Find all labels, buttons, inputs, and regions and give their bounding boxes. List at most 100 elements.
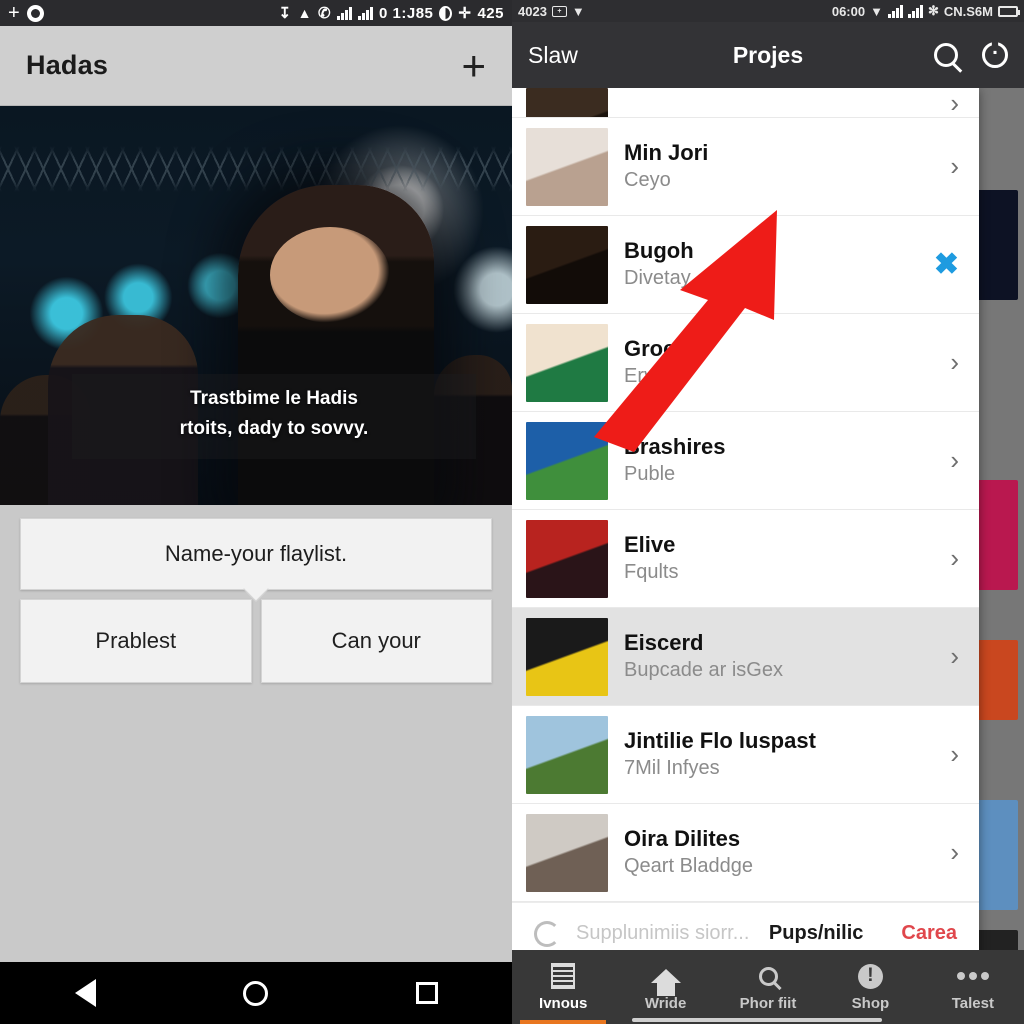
chevron-right-icon[interactable]: › [950,445,965,476]
list-item[interactable]: Brashires Puble › [512,412,979,510]
search-icon[interactable] [934,43,958,67]
list-item-subtitle: Puble [624,462,676,485]
list-item-text: Elive Fqults [624,532,934,585]
android-nav-bar [0,962,512,1024]
chevron-right-icon[interactable]: › [950,837,965,868]
sim-card-icon: + [551,5,567,17]
left-app-bar: Hadas + [0,26,512,106]
list-item[interactable]: Oira Dilites Qeart Bladdge › [512,804,979,902]
list-item-subtitle: Divetay [624,266,691,289]
carrier-label: 4023 [518,3,547,19]
list-item[interactable]: Groens Ervoso › [512,314,979,412]
footer-status-text: Supplunimiis siorr... [576,922,750,944]
chevron-right-icon[interactable]: › [950,739,965,770]
bottom-tab-bar[interactable]: Ivnous Wride Phor fiit ! Shop Talest [512,950,1024,1024]
home-icon[interactable] [239,976,273,1010]
recents-icon[interactable] [410,976,444,1010]
list-item-thumbnail [526,127,608,206]
tab-ivnous[interactable]: Ivnous [512,950,614,1024]
list-item[interactable]: › [512,88,979,118]
home-icon [650,962,681,996]
list-item-title: Jintilie Flo luspast [624,728,816,754]
list-item-subtitle: Qeart Bladdge [624,854,753,877]
list-item-text: Brashires Puble [624,434,934,487]
tab-phor-fiit[interactable]: Phor fiit [717,950,819,1024]
hero-image: Trastbime le Hadis rtoits, dady to sovvy… [0,106,512,505]
list-item-subtitle: Fqults [624,560,679,583]
close-icon[interactable]: ✖ [934,247,965,282]
bluetooth-icon: ✻ [927,3,939,18]
network-label: CN.S6M [943,3,993,19]
back-icon[interactable] [68,976,102,1010]
page-title: Hadas [26,50,109,80]
bg-tile [974,800,1018,910]
news-icon [551,962,576,990]
tab-label: Ivnous [539,995,588,1012]
bg-tile [974,190,1018,300]
list-item-title: Brashires [624,434,726,460]
chevron-right-icon[interactable]: › [950,543,965,574]
list-item-thumbnail [526,225,608,304]
chevron-right-icon[interactable]: › [950,347,965,378]
list-item-subtitle: Bupcade ar isGex [624,658,783,681]
battery-level: 425 [477,4,504,22]
hero-caption-line-2: rtoits, dady to sovvy. [179,418,369,440]
chevron-right-icon[interactable]: › [950,151,965,182]
tab-label: Shop [851,995,890,1012]
left-status-bar: + ↧ ▲ ✆ 0 1:J85 ✛ 425 [0,0,512,26]
tab-label: Phor fiit [739,995,797,1012]
chevron-right-icon[interactable]: › [950,641,965,672]
list-item[interactable]: Bugoh Divetay ✖ [512,216,979,314]
list-item-thumbnail [526,421,608,500]
status-clock: 0 1:J85 [379,4,434,22]
tab-shop[interactable]: ! Shop [819,950,921,1024]
loading-spinner-icon [534,920,560,947]
list-item[interactable]: Eiscerd Bupcade ar isGex › [512,608,979,706]
tab-wride[interactable]: Wride [614,950,716,1024]
status-clock: 06:00 [831,3,866,19]
chevron-right-icon[interactable]: › [950,88,965,117]
hero-caption: Trastbime le Hadis rtoits, dady to sovvy… [72,374,476,459]
list-item-text: Jintilie Flo luspast 7Mil Infyes [624,728,934,781]
list-item[interactable]: Jintilie Flo luspast 7Mil Infyes › [512,706,979,804]
add-button[interactable]: + [461,44,486,86]
dialog-right-button[interactable]: Can your [260,599,492,683]
list-item-thumbnail [526,323,608,402]
list-item-thumbnail [526,519,608,598]
more-dots-icon [956,962,989,990]
back-button[interactable]: Slaw [528,42,578,69]
left-phone-panel: + ↧ ▲ ✆ 0 1:J85 ✛ 425 Hadas + Trastbime … [0,0,512,1024]
dialog-buttons: Prablest Can your [20,599,492,683]
tab-talest[interactable]: Talest [922,950,1024,1024]
right-status-bar: 4023 + ▼ 06:00 ▼ ✻ CN.S6M [512,0,1024,22]
list-item-thumbnail [526,617,608,696]
projects-sheet: › Min Jori Ceyo › Bugoh Divetay ✖ Groens Ervoso ›… [512,88,979,964]
move-icon: ✛ [458,5,472,22]
list-item-thumbnail [526,715,608,794]
footer-secondary-button[interactable]: Carea [901,922,957,945]
list-item[interactable]: Min Jori Ceyo › [512,118,979,216]
home-indicator [632,1018,882,1022]
list-item-title: Elive [624,532,676,558]
list-item[interactable]: Elive Fqults › [512,510,979,608]
power-icon[interactable] [982,42,1008,68]
list-item-text: Oira Dilites Qeart Bladdge [624,826,934,879]
list-item-subtitle: 7Mil Infyes [624,756,720,779]
hero-caption-line-1: Trastbime le Hadis [190,388,358,409]
list-item-text: Groens Ervoso [624,336,934,389]
ghost-app-icon [26,4,44,22]
list-item-title: Oira Dilites [624,826,741,852]
list-item-thumbnail [526,88,608,117]
footer-primary-button[interactable]: Pups/nilic [769,922,863,945]
plus-icon: + [8,2,20,24]
wifi-icon: ▲ [297,5,312,21]
signal-bars-icon [337,6,353,20]
right-app-bar: Slaw Projes [512,22,1024,88]
dialog-left-button[interactable]: Prablest [20,599,252,683]
list-item-text: Min Jori Ceyo [624,140,934,193]
list-item-title: Eiscerd [624,630,704,656]
list-item-subtitle: Ervoso [624,364,687,387]
projects-list[interactable]: › Min Jori Ceyo › Bugoh Divetay ✖ Groens Ervoso ›… [512,88,979,902]
right-phone-panel: 4023 + ▼ 06:00 ▼ ✻ CN.S6M Slaw Projes › … [512,0,1024,1024]
signal-bars-icon [907,4,923,18]
